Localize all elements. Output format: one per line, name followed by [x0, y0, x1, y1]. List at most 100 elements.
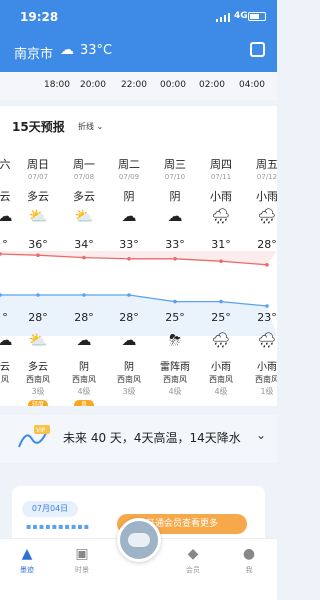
- wind-level: 4级: [77, 387, 91, 396]
- high-temp-point: [265, 263, 269, 267]
- nav-item-moji[interactable]: ▲ 墨迹: [7, 545, 47, 575]
- day-date: 07/07: [27, 173, 49, 181]
- high-temp-point: [173, 257, 177, 261]
- network-label: 4G: [234, 11, 248, 21]
- day-name: 周四: [210, 158, 232, 171]
- weather-icon: ☁: [167, 207, 183, 225]
- high-temp: 34°: [74, 238, 94, 251]
- signal-icon: [216, 13, 230, 22]
- forecast-card: 15天预报 折线 ⌄ 六云 ☁ ° ° ☁ 云风周日 07/07 多云 ⛅ 36° 28° ⛅ 多云 西南…: [0, 106, 277, 406]
- high-temp-point: [36, 253, 40, 257]
- view-toggle[interactable]: 折线 ⌄: [78, 121, 103, 132]
- day-condition: 多云: [73, 190, 95, 203]
- vip-summary: 未来 40 天，4天高温，14天降水: [63, 431, 241, 445]
- nav-label: 我: [245, 566, 253, 574]
- night-weather-icon: ☁: [76, 331, 92, 349]
- weather-icon: 🌧: [257, 207, 277, 225]
- chevron-down-icon[interactable]: ⌄: [256, 428, 266, 442]
- current-temp: 33°C: [80, 43, 113, 58]
- hour-label: 00:00: [160, 80, 186, 90]
- day-condition: 小雨: [256, 190, 277, 203]
- photo-icon: ▣: [75, 546, 89, 562]
- battery-icon: [248, 12, 266, 21]
- nav-label: 墨迹: [20, 566, 34, 574]
- weather-icon: 🌧: [211, 207, 231, 225]
- aqi-badge: 轻度: [28, 400, 48, 406]
- wind-level: 4级: [214, 387, 228, 396]
- night-weather-icon: 🌧: [211, 331, 231, 349]
- day-date: 07/08: [73, 173, 95, 181]
- night-condition: 阴: [79, 362, 89, 373]
- city-name[interactable]: 南京市: [14, 43, 53, 62]
- low-temp-point: [265, 304, 269, 308]
- status-bar: 19:28 4G: [0, 0, 277, 34]
- night-weather-icon: ☁: [0, 331, 13, 349]
- day-condition: 阴: [123, 190, 135, 203]
- nav-item-photos[interactable]: ▣ 时景: [62, 545, 102, 575]
- night-weather-icon: 🌧: [257, 331, 277, 349]
- nav-label: 会员: [186, 566, 200, 574]
- hour-label: 20:00: [80, 80, 106, 90]
- wind-direction: 西南风: [117, 375, 141, 384]
- high-temp-point: [127, 257, 131, 261]
- day-condition: 多云: [27, 190, 49, 203]
- wind-direction: 西南风: [209, 375, 233, 384]
- hourly-strip[interactable]: 18:00 20:00 22:00 00:00 02:00 04:00: [0, 72, 277, 100]
- high-temp: 33°: [119, 238, 139, 251]
- promo-date: 07月04日: [22, 501, 78, 517]
- day-name: 周一: [73, 158, 95, 171]
- day-condition: 小雨: [210, 190, 232, 203]
- view-toggle-label: 折线: [78, 122, 94, 131]
- day-date: 07/11: [210, 173, 232, 181]
- high-temp: 33°: [165, 238, 185, 251]
- low-temp-point: [82, 293, 86, 297]
- day-name: 周五: [256, 158, 277, 171]
- hour-label: 22:00: [121, 80, 147, 90]
- wind-direction: 西南风: [163, 375, 187, 384]
- low-temp-point: [127, 293, 131, 297]
- vip-banner[interactable]: VIP 未来 40 天，4天高温，14天降水 ⌄: [0, 415, 277, 463]
- high-temp: 36°: [28, 238, 48, 251]
- night-condition: 小雨: [211, 362, 231, 373]
- night-condition: 雷阵雨: [160, 362, 190, 373]
- weather-icon: ⛅: [28, 207, 48, 225]
- wind-level: 4级: [168, 387, 182, 396]
- high-temp-point: [82, 255, 86, 260]
- low-temp: 28°: [28, 311, 48, 324]
- high-temp: 28°: [257, 238, 277, 251]
- wind-direction: 西南风: [72, 375, 96, 384]
- day-date: 07/10: [164, 173, 186, 181]
- night-weather-icon: ⛈: [168, 331, 181, 349]
- low-temp: 28°: [74, 311, 94, 324]
- low-temp: 23°: [257, 311, 277, 324]
- user-icon: ●: [242, 546, 256, 562]
- cloud-icon: ☁: [60, 42, 74, 58]
- night-weather-icon: ⛅: [28, 331, 48, 349]
- night-condition: 阴: [124, 362, 134, 373]
- aqi-badge: 良: [74, 400, 94, 406]
- vip-icon: ◆: [187, 546, 199, 562]
- wind-level: 1级: [260, 387, 274, 396]
- nav-label: 时景: [75, 566, 89, 574]
- hour-label: 04:00: [239, 80, 265, 90]
- day-name: 周日: [27, 158, 49, 171]
- weather-icon: ⛅: [74, 207, 94, 225]
- night-condition: 小雨: [257, 362, 277, 373]
- weather-icon: ☁: [0, 207, 13, 225]
- wind-level: 3级: [31, 387, 45, 396]
- nav-item-me[interactable]: ● 我: [229, 545, 269, 575]
- wind-direction: 西南风: [26, 375, 50, 384]
- low-temp: 25°: [211, 311, 231, 324]
- day-name: 周三: [164, 158, 186, 171]
- vip-badge: VIP: [36, 427, 46, 434]
- day-date: 07/12: [256, 173, 277, 181]
- high-temp-point: [219, 259, 223, 263]
- vip-logo-icon: VIP: [18, 425, 50, 448]
- low-temp: 28°: [119, 311, 139, 324]
- night-condition: 多云: [28, 362, 48, 373]
- moji-icon: ▲: [21, 546, 33, 562]
- hour-label: 18:00: [44, 80, 70, 90]
- center-bubble[interactable]: [117, 518, 161, 562]
- nav-item-vip[interactable]: ◆ 会员: [173, 545, 213, 575]
- share-icon[interactable]: [250, 42, 265, 57]
